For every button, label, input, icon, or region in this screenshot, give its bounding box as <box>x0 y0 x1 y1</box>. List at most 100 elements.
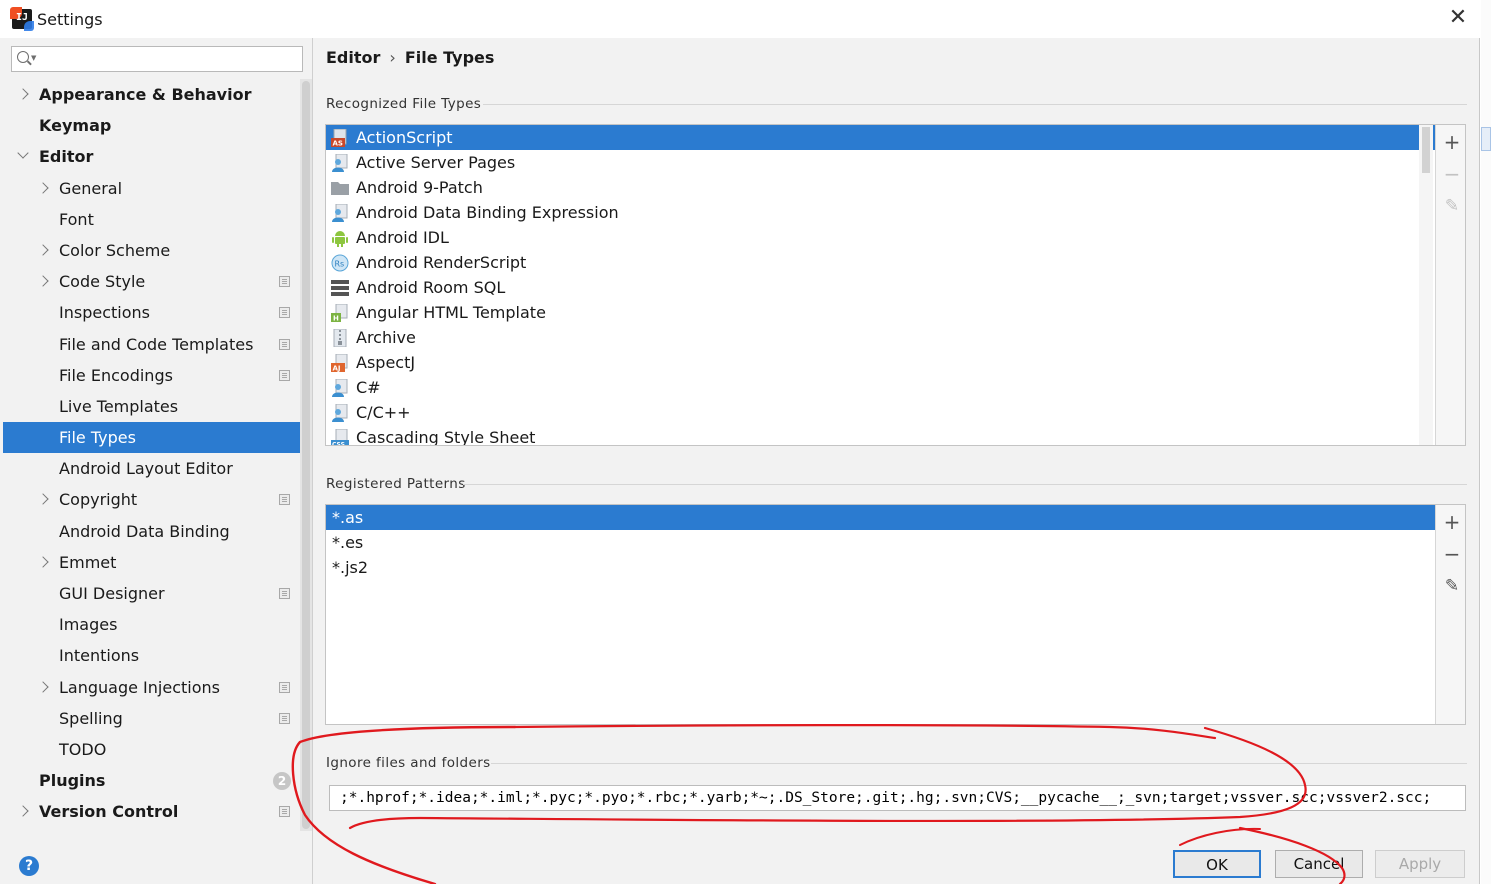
file-type-label: Android Room SQL <box>356 278 506 297</box>
file-type-row[interactable]: Android Room SQL <box>326 275 1435 300</box>
close-button[interactable]: ✕ <box>1446 6 1470 30</box>
file-type-row[interactable]: Android IDL <box>326 225 1435 250</box>
sidebar-item-android-layout-editor[interactable]: Android Layout Editor <box>3 453 312 484</box>
sidebar-item-todo[interactable]: TODO <box>3 734 312 765</box>
sidebar-item-version-control[interactable]: Version Control <box>3 796 312 827</box>
sidebar-item-copyright[interactable]: Copyright <box>3 484 312 515</box>
sidebar-item-label: Font <box>59 209 94 229</box>
file-type-label: Archive <box>356 328 416 347</box>
sidebar-item-label: Language Injections <box>59 677 220 697</box>
project-settings-icon <box>279 338 290 350</box>
sidebar-item-label: File and Code Templates <box>59 334 254 354</box>
chevron-right-icon[interactable] <box>17 88 29 100</box>
sidebar-scroll-thumb[interactable] <box>302 81 310 829</box>
recognized-scroll-thumb[interactable] <box>1422 127 1430 173</box>
sidebar-item-spelling[interactable]: Spelling <box>3 703 312 734</box>
file-type-label: Active Server Pages <box>356 153 516 172</box>
sidebar-item-language-injections[interactable]: Language Injections <box>3 672 312 703</box>
add-file-type-button[interactable]: + <box>1441 131 1463 153</box>
sidebar-item-font[interactable]: Font <box>3 204 312 235</box>
chevron-right-icon[interactable] <box>37 275 49 287</box>
sidebar-item-emmet[interactable]: Emmet <box>3 547 312 578</box>
help-button[interactable]: ? <box>19 856 39 876</box>
chevron-right-icon[interactable] <box>37 680 49 693</box>
html-file-icon: H <box>331 303 349 323</box>
ignore-section-title: Ignore files and folders <box>326 755 491 771</box>
sidebar-item-android-data-binding[interactable]: Android Data Binding <box>3 516 312 547</box>
search-history-icon[interactable]: ▼ <box>31 54 36 62</box>
chevron-right-icon[interactable] <box>37 244 49 256</box>
sidebar-item-label: Copyright <box>59 490 138 510</box>
apply-button[interactable]: Apply <box>1375 850 1465 878</box>
file-type-row[interactable]: Active Server Pages <box>326 150 1435 175</box>
file-type-row[interactable]: Archive <box>326 325 1435 350</box>
pattern-label: *.as <box>332 508 364 527</box>
sidebar-item-keymap[interactable]: Keymap <box>3 110 312 141</box>
sidebar-item-color-scheme[interactable]: Color Scheme <box>3 235 312 266</box>
ignore-files-input[interactable] <box>329 785 1466 811</box>
edit-pattern-button[interactable]: ✎ <box>1441 575 1463 597</box>
cancel-button[interactable]: Cancel <box>1275 850 1363 878</box>
chevron-right-icon[interactable] <box>37 556 49 568</box>
sidebar-item-plugins[interactable]: Plugins 2 <box>3 765 312 796</box>
sidebar-item-label: GUI Designer <box>59 584 165 603</box>
file-type-row[interactable]: AS ActionScript <box>326 125 1435 150</box>
ok-button[interactable]: OK <box>1173 850 1261 878</box>
sidebar-item-live-templates[interactable]: Live Templates <box>3 391 312 422</box>
file-type-row[interactable]: Android 9-Patch <box>326 175 1435 200</box>
chevron-right-icon[interactable] <box>17 805 29 817</box>
remove-file-type-button[interactable]: − <box>1441 163 1463 185</box>
sidebar-item-general[interactable]: General <box>3 173 312 204</box>
project-settings-icon <box>279 681 290 693</box>
remove-pattern-button[interactable]: − <box>1441 543 1463 565</box>
svg-text:AJ: AJ <box>333 365 341 373</box>
file-type-row[interactable]: AJ AspectJ <box>326 350 1435 375</box>
sidebar-item-label: TODO <box>59 739 107 759</box>
sidebar-item-editor[interactable]: Editor <box>3 141 312 172</box>
svg-text:AS: AS <box>333 140 343 148</box>
sidebar-item-label: Live Templates <box>59 396 179 416</box>
sidebar-item-gui-designer[interactable]: GUI Designer <box>3 578 312 609</box>
sidebar-item-label: Intentions <box>59 646 140 666</box>
file-type-row[interactable]: Rs Android RenderScript <box>326 250 1435 275</box>
edit-file-type-button[interactable]: ✎ <box>1441 195 1463 217</box>
file-type-label: ActionScript <box>356 128 453 147</box>
sidebar-item-appearance-behavior[interactable]: Appearance & Behavior <box>3 79 312 110</box>
intellij-logo-icon: IJ <box>10 7 34 31</box>
file-type-row[interactable]: C# <box>326 375 1435 400</box>
file-type-row[interactable]: CSS Cascading Style Sheet <box>326 425 1435 445</box>
file-user-icon <box>331 203 349 222</box>
project-settings-icon <box>279 494 290 506</box>
recognized-file-types-list[interactable]: AS ActionScript Active Server Pages Android… <box>325 124 1466 446</box>
sidebar-item-file-encodings[interactable]: File Encodings <box>3 360 312 391</box>
pattern-row[interactable]: *.as <box>326 505 1435 530</box>
file-type-row[interactable]: C/C++ <box>326 400 1435 425</box>
sidebar-item-label: File Types <box>59 428 136 448</box>
file-type-row[interactable]: H Angular HTML Template <box>326 300 1435 325</box>
sidebar-item-code-style[interactable]: Code Style <box>3 266 312 297</box>
sidebar-item-label: Code Style <box>59 272 146 292</box>
sidebar-item-images[interactable]: Images <box>3 609 312 640</box>
sidebar-item-label: Inspections <box>59 303 150 323</box>
sidebar-item-label: Plugins <box>39 771 106 791</box>
sidebar-item-file-types[interactable]: File Types <box>3 422 312 454</box>
chevron-right-icon[interactable] <box>37 493 49 506</box>
sidebar-item-intentions[interactable]: Intentions <box>3 640 312 671</box>
search-box[interactable]: ▼ <box>11 46 303 72</box>
sidebar-scrollbar[interactable] <box>300 79 312 831</box>
file-type-label: Angular HTML Template <box>356 303 546 322</box>
recognized-scrollbar[interactable] <box>1419 125 1433 445</box>
project-settings-icon <box>279 806 290 818</box>
registered-patterns-list[interactable]: *.as *.es *.js2 + − ✎ <box>325 504 1466 725</box>
pattern-row[interactable]: *.js2 <box>326 555 1435 580</box>
sidebar-item-inspections[interactable]: Inspections <box>3 297 312 328</box>
pattern-row[interactable]: *.es <box>326 530 1435 555</box>
file-type-label: AspectJ <box>356 353 416 372</box>
chevron-right-icon[interactable] <box>37 181 49 194</box>
search-input[interactable] <box>40 49 298 69</box>
sidebar-item-file-and-code-templates[interactable]: File and Code Templates <box>3 329 312 360</box>
add-pattern-button[interactable]: + <box>1441 511 1463 533</box>
chevron-down-icon[interactable] <box>17 147 29 160</box>
file-type-row[interactable]: Android Data Binding Expression <box>326 200 1435 225</box>
background-tab <box>1481 127 1491 151</box>
